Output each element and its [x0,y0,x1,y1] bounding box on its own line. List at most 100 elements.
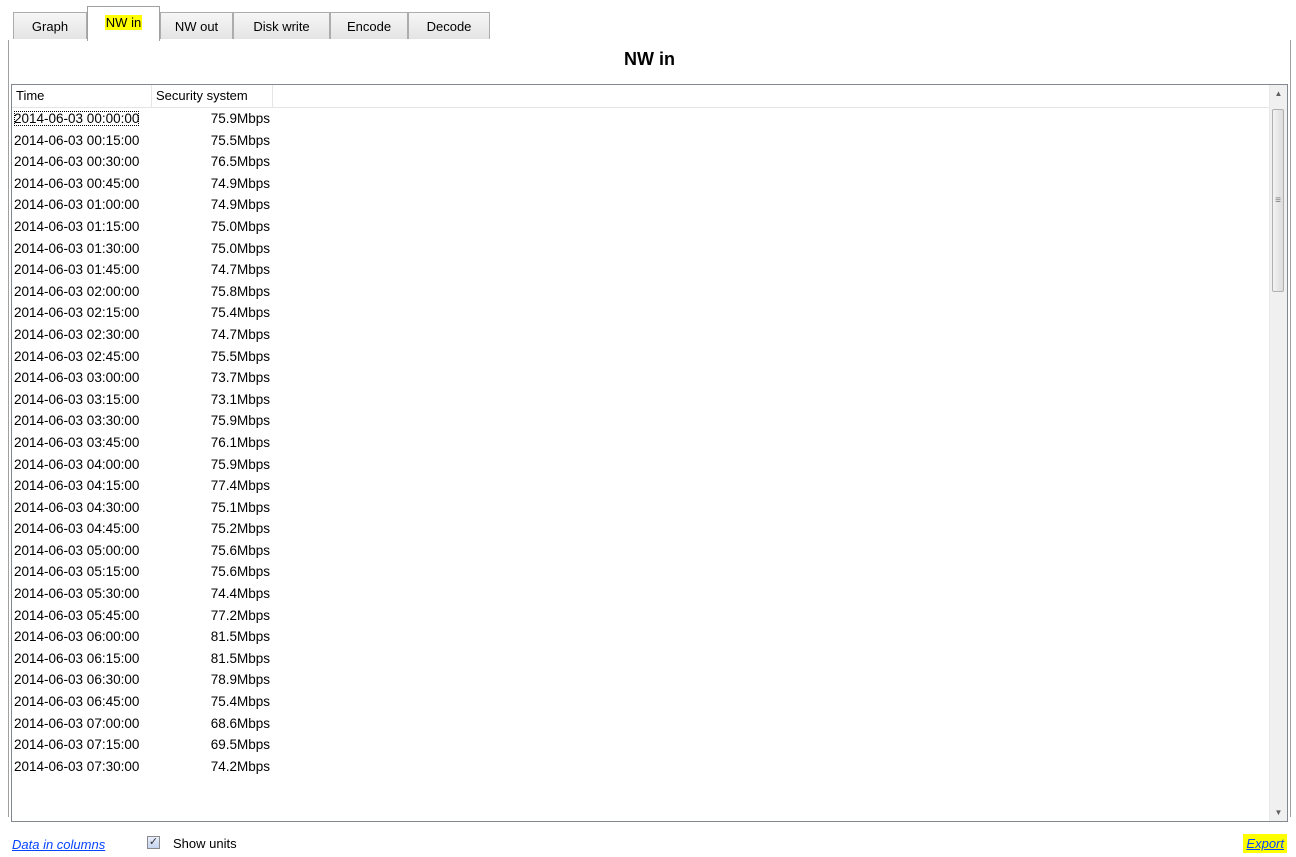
time-value: 2014-06-03 00:00:00 [14,111,140,126]
table-row[interactable]: 2014-06-03 01:15:00 75.0Mbps [12,216,1271,238]
time-cell: 2014-06-03 03:15:00 [14,389,152,411]
time-cell: 2014-06-03 04:15:00 [14,475,152,497]
security-system-value: 75.5Mbps [210,132,270,148]
security-system-value: 75.4Mbps [210,694,270,710]
scrollbar-thumb[interactable]: ≡ [1272,109,1284,292]
time-cell: 2014-06-03 02:15:00 [14,302,152,324]
table-row[interactable]: 2014-06-03 00:15:00 75.5Mbps [12,130,1271,152]
table-row[interactable]: 2014-06-03 03:30:00 75.9Mbps [12,410,1271,432]
time-cell: 2014-06-03 02:30:00 [14,324,152,346]
data-in-columns-link[interactable]: Data in columns [12,837,105,852]
table-row[interactable]: 2014-06-03 04:30:00 75.1Mbps [12,497,1271,519]
table-row[interactable]: 2014-06-03 06:30:00 78.9Mbps [12,669,1271,691]
time-cell: 2014-06-03 05:30:00 [14,583,152,605]
time-value: 2014-06-03 06:00:00 [14,629,140,645]
security-system-value: 75.6Mbps [210,564,270,580]
table-row[interactable]: 2014-06-03 01:30:00 75.0Mbps [12,238,1271,260]
scroll-up-arrow-icon[interactable]: ▲ [1270,85,1287,102]
tab-decode[interactable]: Decode [408,12,490,39]
table-row[interactable]: 2014-06-03 00:30:00 76.5Mbps [12,151,1271,173]
table-row[interactable]: 2014-06-03 05:00:00 75.6Mbps [12,540,1271,562]
table-row[interactable]: 2014-06-03 02:15:00 75.4Mbps [12,302,1271,324]
table-row[interactable]: 2014-06-03 03:45:00 76.1Mbps [12,432,1271,454]
time-value: 2014-06-03 05:30:00 [14,586,140,602]
table-row[interactable]: 2014-06-03 03:15:00 73.1Mbps [12,389,1271,411]
table-row[interactable]: 2014-06-03 02:30:00 74.7Mbps [12,324,1271,346]
security-system-value: 75.9Mbps [210,413,270,429]
column-header-time[interactable]: Time [12,85,152,107]
table-row[interactable]: 2014-06-03 07:30:00 74.2Mbps [12,756,1271,778]
table-row[interactable]: 2014-06-03 06:45:00 75.4Mbps [12,691,1271,713]
time-cell: 2014-06-03 05:45:00 [14,605,152,627]
table-row[interactable]: 2014-06-03 00:45:00 74.9Mbps [12,173,1271,195]
time-value: 2014-06-03 01:45:00 [14,262,140,278]
table-row[interactable]: 2014-06-03 04:45:00 75.2Mbps [12,518,1271,540]
table-row[interactable]: 2014-06-03 06:00:00 81.5Mbps [12,626,1271,648]
time-value: 2014-06-03 07:30:00 [14,758,140,774]
time-value: 2014-06-03 06:45:00 [14,694,140,710]
list-header: Time Security system [12,85,1271,108]
tab-encode[interactable]: Encode [330,12,408,39]
security-system-value: 69.5Mbps [210,737,270,753]
time-cell: 2014-06-03 00:15:00 [14,130,152,152]
table-row[interactable]: 2014-06-03 05:15:00 75.6Mbps [12,561,1271,583]
security-system-value: 75.9Mbps [210,111,270,126]
security-system-value: 73.1Mbps [210,391,270,407]
security-system-value: 77.4Mbps [210,478,270,494]
tab-label: Decode [426,18,472,34]
time-value: 2014-06-03 00:45:00 [14,175,140,191]
time-value: 2014-06-03 07:15:00 [14,737,140,753]
time-value: 2014-06-03 06:30:00 [14,672,140,688]
time-value: 2014-06-03 05:45:00 [14,607,140,623]
table-row[interactable]: 2014-06-03 05:30:00 74.4Mbps [12,583,1271,605]
table-row[interactable]: 2014-06-03 00:00:00 75.9Mbps [12,108,1271,130]
tab-nw-in[interactable]: NW in [87,6,160,41]
table-row[interactable]: 2014-06-03 02:45:00 75.5Mbps [12,346,1271,368]
export-link[interactable]: Export [1243,834,1287,853]
security-system-value: 74.9Mbps [210,197,270,213]
security-system-value: 75.9Mbps [210,456,270,472]
security-system-value: 77.2Mbps [210,607,270,623]
table-row[interactable]: 2014-06-03 07:00:00 68.6Mbps [12,713,1271,735]
time-value: 2014-06-03 03:45:00 [14,434,140,450]
security-system-value: 75.0Mbps [210,218,270,234]
time-cell: 2014-06-03 03:30:00 [14,410,152,432]
scroll-down-arrow-icon[interactable]: ▼ [1270,804,1287,821]
tab-label: Graph [31,18,69,34]
tab-nw-out[interactable]: NW out [160,12,233,39]
table-row[interactable]: 2014-06-03 05:45:00 77.2Mbps [12,605,1271,627]
table-row[interactable]: 2014-06-03 03:00:00 73.7Mbps [12,367,1271,389]
time-cell: 2014-06-03 02:45:00 [14,346,152,368]
tab-graph[interactable]: Graph [13,12,87,39]
time-cell: 2014-06-03 01:00:00 [14,194,152,216]
table-row[interactable]: 2014-06-03 01:00:00 74.9Mbps [12,194,1271,216]
vertical-scrollbar[interactable]: ▲ ≡ ▼ [1269,85,1287,821]
table-row[interactable]: 2014-06-03 02:00:00 75.8Mbps [12,281,1271,303]
security-system-value: 74.7Mbps [210,262,270,278]
time-value: 2014-06-03 05:15:00 [14,564,140,580]
time-value: 2014-06-03 01:30:00 [14,240,140,256]
time-cell: 2014-06-03 06:30:00 [14,669,152,691]
time-cell: 2014-06-03 01:45:00 [14,259,152,281]
time-cell: 2014-06-03 00:30:00 [14,151,152,173]
time-value: 2014-06-03 03:30:00 [14,413,140,429]
column-header-security-system[interactable]: Security system [152,85,273,107]
show-units-label: Show units [173,836,237,851]
table-row[interactable]: 2014-06-03 06:15:00 81.5Mbps [12,648,1271,670]
security-system-value: 75.5Mbps [210,348,270,364]
table-row[interactable]: 2014-06-03 01:45:00 74.7Mbps [12,259,1271,281]
time-cell: 2014-06-03 07:30:00 [14,756,152,778]
show-units-checkbox[interactable]: ✓ [147,836,160,849]
tab-disk-write[interactable]: Disk write [233,12,330,39]
time-value: 2014-06-03 04:30:00 [14,499,140,515]
time-cell: 2014-06-03 04:00:00 [14,454,152,476]
security-system-value: 75.8Mbps [210,283,270,299]
time-cell: 2014-06-03 00:45:00 [14,173,152,195]
table-row[interactable]: 2014-06-03 04:00:00 75.9Mbps [12,454,1271,476]
data-list-view[interactable]: Time Security system 2014-06-03 00:00:00… [11,84,1288,822]
time-cell: 2014-06-03 07:15:00 [14,734,152,756]
security-system-value: 73.7Mbps [210,370,270,386]
table-row[interactable]: 2014-06-03 04:15:00 77.4Mbps [12,475,1271,497]
table-row[interactable]: 2014-06-03 07:15:00 69.5Mbps [12,734,1271,756]
time-cell: 2014-06-03 03:00:00 [14,367,152,389]
